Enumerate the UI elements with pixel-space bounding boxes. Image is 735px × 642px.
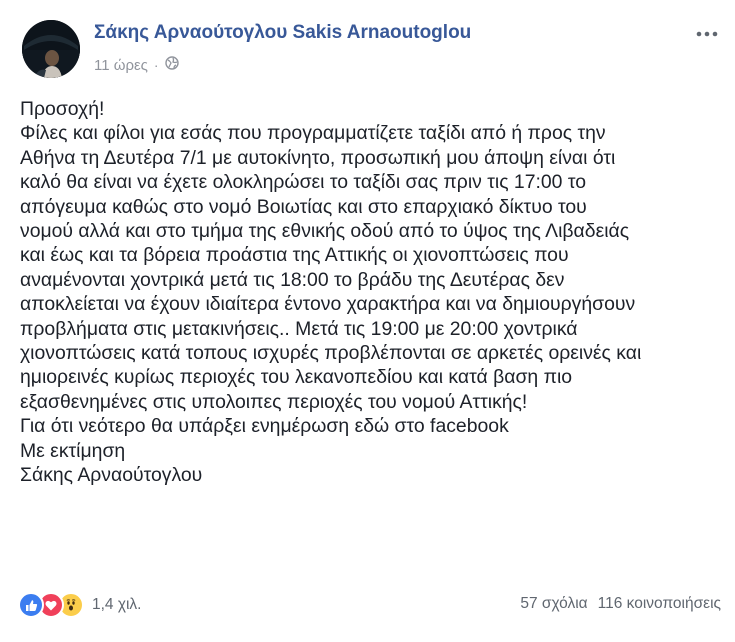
post-line: Σάκης Αρναούτογλου [20, 464, 203, 487]
facebook-post: Σάκης Αρναούτογλου Sakis Arnaoutoglou 11… [0, 0, 735, 642]
post-line: Προσοχή! [20, 98, 105, 120]
post-line: Φίλες και φίλοι για εσάς που προγραμματί… [20, 122, 606, 145]
post-stats: 57 σχόλια 116 κοινοποιήσεις [520, 595, 721, 613]
avatar-image [22, 20, 80, 78]
post-footer: 1,4 χιλ. 57 σχόλια 116 κοινοποιήσεις [14, 592, 721, 620]
author-name[interactable]: Σάκης Αρναούτογλου Sakis Arnaoutoglou [94, 22, 471, 44]
reaction-count[interactable]: 1,4 χιλ. [92, 596, 142, 614]
reactions-summary[interactable]: 1,4 χιλ. [18, 592, 142, 618]
post-line: ημιορεινές κυρίως περιοχές του λεκανοπεδ… [20, 366, 573, 389]
post-line: Με εκτίμηση [20, 439, 126, 462]
post-line: απόγευμα καθώς στο νομό Βοιωτίας και στο… [20, 195, 587, 218]
post-line: χιονοπτώσεις κατά τοπους ισχυρές προβλέπ… [20, 342, 642, 365]
post-line: νομού αλλά και στο τμήμα της εθνικής οδο… [20, 220, 630, 243]
comments-link[interactable]: 57 σχόλια [520, 595, 587, 613]
like-icon [18, 592, 44, 618]
shares-link[interactable]: 116 κοινοποιήσεις [598, 595, 721, 613]
post-line: καλό θα είναι να έχετε ολοκληρώσει το τα… [20, 171, 587, 194]
meta-separator: · [153, 57, 159, 73]
post-line: και έως και τα βόρεια προάστια της Αττικ… [20, 244, 569, 267]
globe-icon[interactable] [164, 56, 179, 74]
post-meta: 11 ώρες · [94, 56, 179, 74]
post-line: Για ότι νεότερο θα υπάρξει ενημέρωση εδώ… [20, 415, 509, 438]
post-line: αποκλείεται να έχουν ιδιαίτερα έντονο χα… [20, 293, 636, 316]
post-line: Αθήνα τη Δευτέρα 7/1 με αυτοκίνητο, προσ… [20, 146, 616, 169]
more-options-icon[interactable] [695, 24, 719, 44]
avatar[interactable] [22, 20, 80, 78]
post-line: προβλήματα στις μετακινήσεις.. Μετά τις … [20, 317, 578, 340]
post-line: αναμένονται χοντρικά μετά τις 18:00 το β… [20, 268, 565, 291]
post-time[interactable]: 11 ώρες [94, 57, 148, 74]
post-body: Προσοχή! Φίλες και φίλοι για εσάς που πρ… [20, 97, 725, 488]
post-line: εξασθενημένες στις υπολοιπες περιοχές το… [20, 390, 528, 413]
